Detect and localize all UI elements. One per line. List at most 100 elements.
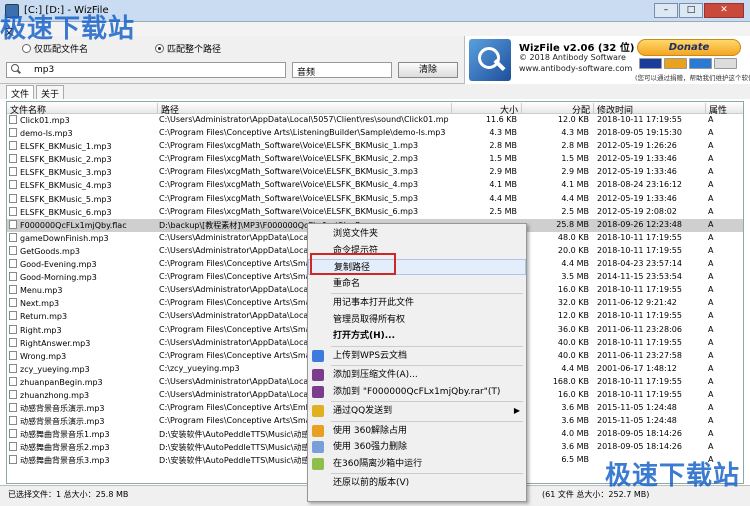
- cell-size: 1.5 MB: [489, 154, 517, 164]
- cell-date: 2011-06-11 23:27:58: [597, 350, 682, 360]
- file-icon: [9, 285, 17, 295]
- search-icon: [10, 64, 22, 76]
- col-modified[interactable]: 修改时间: [593, 103, 705, 116]
- context-menu-item[interactable]: 使用 360解除占用: [308, 423, 526, 439]
- cell-attr: A: [708, 219, 714, 229]
- context-menu-item[interactable]: 用记事本打开此文件: [308, 295, 526, 311]
- table-row[interactable]: ELSFK_BKMusic_4.mp3 C:\Program Files\xcgM…: [7, 179, 743, 192]
- cell-attr: A: [708, 389, 714, 399]
- cell-path: C:\Program Files\xcgMath_Software\Voice\…: [159, 167, 419, 177]
- context-menu-label: 打开方式(H)...: [333, 331, 396, 341]
- cell-alloc: 40.0 KB: [557, 350, 589, 360]
- wps-cloud-icon: [312, 349, 324, 362]
- tab-about[interactable]: 关于: [36, 85, 65, 100]
- tab-files[interactable]: 文件: [6, 85, 35, 100]
- bank-card-icon: [714, 58, 737, 69]
- watermark-bottom: 极速下载站: [604, 461, 740, 491]
- table-row[interactable]: ELSFK_BKMusic_1.mp3 C:\Program Files\xcgM…: [7, 140, 743, 153]
- col-name[interactable]: 文件名称: [7, 103, 157, 116]
- cell-date: 2018-08-24 23:16:12: [597, 180, 682, 190]
- cell-date: 2012-05-19 1:33:46: [597, 167, 677, 177]
- col-alloc[interactable]: 分配: [521, 103, 593, 116]
- context-menu-item[interactable]: 浏览文件夹: [308, 226, 526, 242]
- context-menu-label: 添加到 "F000000QcFLx1mjQby.rar"(T): [333, 386, 501, 397]
- cell-name: Click01.mp3: [9, 115, 155, 125]
- donate-button[interactable]: Donate: [637, 39, 741, 56]
- cell-name: gameDownFinish.mp3: [9, 232, 155, 243]
- cell-alloc: 3.6 MB: [561, 403, 589, 413]
- table-row[interactable]: demo-ls.mp3 C:\Program Files\Conceptive A…: [7, 127, 743, 140]
- amex-card-icon: [689, 58, 712, 69]
- file-icon: [9, 337, 17, 347]
- cell-path: C:\Program Files\xcgMath_Software\Voice\…: [159, 206, 419, 216]
- cell-date: 2015-11-05 1:24:48: [597, 403, 677, 413]
- cell-attr: A: [708, 128, 714, 138]
- cell-name: zhuanzhong.mp3: [9, 389, 155, 400]
- cell-date: 2018-10-11 17:19:55: [597, 389, 682, 399]
- file-icon: [9, 350, 17, 360]
- context-menu-item[interactable]: 通过QQ发送到 ▶: [308, 403, 526, 419]
- col-path[interactable]: 路径: [157, 103, 451, 116]
- file-icon: [9, 311, 17, 321]
- cell-attr: A: [708, 141, 714, 151]
- table-row[interactable]: ELSFK_BKMusic_2.mp3 C:\Program Files\xcgM…: [7, 153, 743, 166]
- visa-card-icon: [639, 58, 662, 69]
- context-menu-item[interactable]: 重命名: [308, 276, 526, 292]
- file-icon: [9, 193, 17, 203]
- file-icon: [9, 219, 17, 229]
- context-menu-item[interactable]: 添加到压缩文件(A)...: [308, 367, 526, 383]
- cell-alloc: 16.0 KB: [557, 285, 589, 295]
- context-menu-item[interactable]: 管理员取得所有权: [308, 312, 526, 328]
- minimize-button[interactable]: –: [654, 3, 678, 18]
- context-menu-item[interactable]: 使用 360强力删除: [308, 439, 526, 455]
- cell-name: RightAnswer.mp3: [9, 337, 155, 348]
- cell-name: 动感舞曲背景音乐2.mp3: [9, 442, 155, 453]
- status-selected: 已选择文件：1 总大小：25.8 MB: [8, 490, 129, 499]
- cell-size: 4.4 MB: [489, 193, 517, 203]
- table-row[interactable]: ELSFK_BKMusic_6.mp3 C:\Program Files\xcgM…: [7, 206, 743, 219]
- cell-alloc: 3.6 MB: [561, 442, 589, 452]
- cell-date: 2018-10-11 17:19:55: [597, 376, 682, 386]
- cell-alloc: 25.8 MB: [556, 219, 589, 229]
- cell-attr: A: [708, 272, 714, 282]
- table-row[interactable]: ELSFK_BKMusic_3.mp3 C:\Program Files\xcgM…: [7, 166, 743, 179]
- cell-attr: A: [708, 337, 714, 347]
- file-icon: [9, 167, 17, 177]
- file-icon: [9, 324, 17, 334]
- col-attr[interactable]: 属性: [705, 103, 743, 116]
- type-filter-select[interactable]: 音频: [292, 62, 392, 78]
- cell-alloc: 20.0 KB: [557, 245, 589, 255]
- watermark-top: 极速下载站: [0, 14, 136, 44]
- brand-panel: WizFile v2.06 (32 位) © 2018 Antibody Sof…: [464, 36, 750, 84]
- context-menu-item[interactable]: 还原以前的版本(V): [308, 475, 526, 491]
- context-menu-item[interactable]: 添加到 "F000000QcFLx1mjQby.rar"(T): [308, 384, 526, 400]
- menu-separator: [331, 401, 523, 402]
- col-size[interactable]: 大小: [451, 103, 521, 116]
- search-input[interactable]: [34, 65, 274, 75]
- context-menu-item[interactable]: 上传到WPS云文档: [308, 348, 526, 364]
- maximize-button[interactable]: □: [679, 3, 703, 18]
- context-menu-label: 重命名: [333, 278, 361, 289]
- cell-alloc: 16.0 KB: [557, 389, 589, 399]
- match-path-radio[interactable]: 匹配整个路径: [155, 42, 221, 55]
- cell-size: 11.6 KB: [485, 115, 517, 124]
- close-button[interactable]: ✕: [704, 3, 744, 18]
- cell-size: 2.9 MB: [489, 167, 517, 177]
- search-box[interactable]: [6, 62, 286, 78]
- clear-button[interactable]: 清除: [398, 62, 458, 78]
- website-link[interactable]: www.antibody-software.com: [519, 64, 632, 73]
- cell-size: 4.3 MB: [489, 128, 517, 138]
- context-menu-item[interactable]: 打开方式(H)...: [308, 328, 526, 344]
- file-icon: [9, 442, 17, 452]
- file-icon: [9, 206, 17, 216]
- cell-date: 2015-11-05 1:24:48: [597, 416, 677, 426]
- donate-note: (您可以通过捐赠，帮助我们维护这个软件): [635, 74, 750, 82]
- menu-separator: [331, 345, 523, 347]
- file-icon: [9, 429, 17, 439]
- cell-path: C:\Program Files\xcgMath_Software\Voice\…: [159, 141, 419, 151]
- context-menu-item[interactable]: 在360隔离沙箱中运行: [308, 456, 526, 472]
- table-row[interactable]: ELSFK_BKMusic_5.mp3 C:\Program Files\xcgM…: [7, 193, 743, 206]
- table-row[interactable]: Click01.mp3 C:\Users\Administrator\AppDat…: [7, 114, 743, 127]
- submenu-arrow-icon: ▶: [513, 406, 520, 415]
- cell-alloc: 12.0 KB: [557, 115, 589, 124]
